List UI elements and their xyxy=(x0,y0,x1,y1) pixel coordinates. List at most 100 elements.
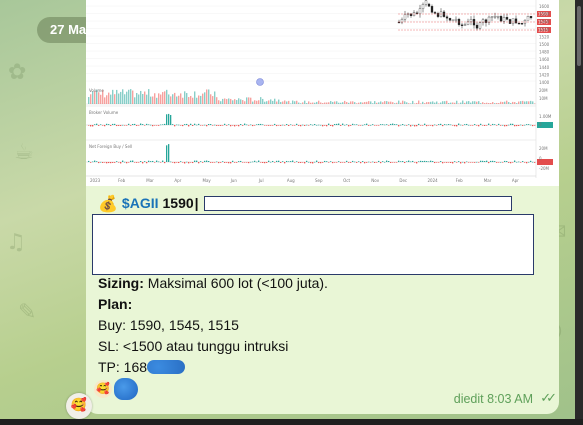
indicator-bar xyxy=(284,162,286,164)
sender-avatar[interactable]: 🥰 xyxy=(66,393,92,419)
volume-bar xyxy=(526,101,528,104)
price-tick: 1460 xyxy=(539,57,550,62)
scrollbar[interactable] xyxy=(575,0,583,425)
ticker-link[interactable]: $AGII xyxy=(122,195,159,211)
indicator-bar xyxy=(416,162,418,164)
money-bag-icon: 💰 xyxy=(98,193,118,213)
indicator-bar xyxy=(466,161,468,163)
price-tick: 1520 xyxy=(539,34,550,39)
volume-bar xyxy=(454,102,456,104)
candle xyxy=(490,16,494,18)
volume-bar xyxy=(144,91,146,104)
indicator-bar xyxy=(384,161,386,163)
indicator-bar xyxy=(398,160,400,162)
indicator-bar xyxy=(304,125,306,126)
indicator-bar xyxy=(316,160,318,162)
volume-bar xyxy=(482,102,484,104)
x-tick: May xyxy=(203,178,212,183)
volume-bar xyxy=(242,100,244,104)
indicator-bar xyxy=(426,161,428,162)
indicator-bar xyxy=(240,124,242,125)
chart-image[interactable]: 1590 1545 1515 1600 1580 1560 1540 1520 1500 148… xyxy=(86,0,559,186)
volume-bar xyxy=(366,101,368,104)
volume-bar xyxy=(182,97,184,104)
volume-bar xyxy=(398,100,400,104)
indicator-bar xyxy=(154,125,156,126)
indicator-bar xyxy=(350,162,352,163)
indicator-bar xyxy=(488,162,490,164)
indicator-bar xyxy=(476,125,478,126)
indicator-bar xyxy=(322,125,324,127)
x-tick: Feb xyxy=(456,178,464,183)
indicator-bar xyxy=(290,161,292,162)
indicator-bar xyxy=(306,124,308,126)
volume-bar xyxy=(268,100,270,104)
candle xyxy=(430,6,434,13)
volume-bar xyxy=(214,91,216,104)
indicator-bar xyxy=(400,124,402,126)
volume-bar xyxy=(328,102,330,104)
indicator-bar xyxy=(282,124,284,126)
volume-bar xyxy=(390,101,392,104)
indicator-bar xyxy=(144,161,146,162)
indicator-bar xyxy=(202,125,204,126)
indicator-bar xyxy=(306,160,308,162)
indicator-bar xyxy=(288,161,290,162)
volume-bar xyxy=(180,93,182,104)
indicator-bar xyxy=(194,123,196,125)
indicator-bar xyxy=(162,160,164,162)
indicator-bar xyxy=(112,162,114,163)
volume-bar xyxy=(460,102,462,104)
candle xyxy=(526,16,530,21)
volume-bar xyxy=(308,101,310,104)
volume-bar xyxy=(534,103,536,104)
indicator-bar xyxy=(368,161,370,163)
indicator-bar xyxy=(412,124,414,126)
indicator-bar xyxy=(312,162,314,164)
indicator-bar xyxy=(272,160,274,162)
indicator-bar xyxy=(460,124,462,126)
indicator-bar xyxy=(204,124,206,126)
indicator-bar xyxy=(284,125,286,126)
indicator-bar xyxy=(256,124,258,125)
indicator-bar xyxy=(114,123,116,125)
reaction-emoji[interactable]: 🥰 xyxy=(94,380,112,398)
indicator-bar xyxy=(328,162,330,163)
scrollbar-thumb[interactable] xyxy=(577,6,581,66)
panel-title: Volume xyxy=(89,88,104,93)
indicator-bar xyxy=(390,162,392,163)
indicator-bar xyxy=(348,125,350,127)
indicator-bar xyxy=(512,123,514,125)
indicator-bar xyxy=(108,162,110,164)
reaction-bar[interactable]: 🥰 xyxy=(94,378,138,400)
volume-bar xyxy=(424,103,426,104)
volume-bar xyxy=(256,100,258,104)
indicator-bar xyxy=(372,124,374,125)
indicator-bar xyxy=(490,160,492,162)
indicator-bar xyxy=(120,162,122,164)
indicator-bar xyxy=(340,125,342,126)
indicator-bar xyxy=(426,125,428,127)
indicator-bar xyxy=(248,162,250,164)
indicator-bar xyxy=(384,124,386,126)
volume-bar xyxy=(114,94,116,104)
indicator-bar xyxy=(448,124,450,125)
volume-bar xyxy=(378,102,380,104)
indicator-bar xyxy=(94,124,96,125)
message-bubble[interactable]: 1590 1545 1515 1600 1580 1560 1540 1520 1500 148… xyxy=(86,0,559,414)
price-tick: 1500 xyxy=(539,42,550,47)
volume-bar xyxy=(220,101,222,104)
indicator-bar xyxy=(288,125,290,127)
panel-title: Net Foreign Buy / Sell xyxy=(89,144,132,149)
indicator-bar xyxy=(500,161,502,163)
x-tick: Sep xyxy=(315,178,323,183)
x-tick: 2024 xyxy=(428,178,439,183)
volume-bar xyxy=(168,94,170,104)
indicator-bar xyxy=(156,125,158,126)
indicator-bar xyxy=(424,123,426,125)
indicator-bar xyxy=(178,124,180,126)
volume-bar xyxy=(94,91,96,104)
volume-bar xyxy=(352,101,354,104)
indicator-bar xyxy=(478,125,480,127)
indicator-bar xyxy=(472,125,474,126)
